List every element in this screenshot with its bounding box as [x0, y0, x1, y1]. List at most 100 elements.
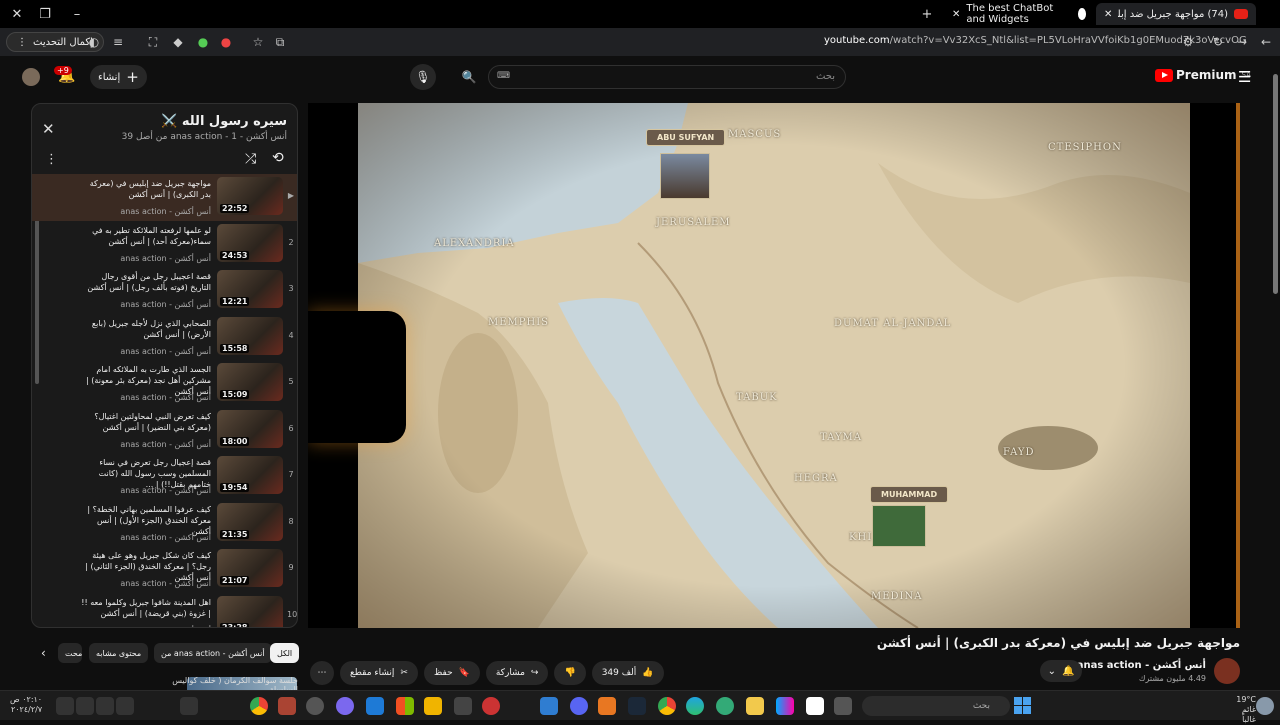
microsoft-store-icon[interactable]: [396, 697, 414, 715]
playlist-item[interactable]: 4 15:58 الصحابي الذي نزل لأجله جبريل (بابع…: [32, 314, 297, 361]
playlist-item-title[interactable]: الصحابي الذي نزل لأجله جبريل (بابع الأرض…: [81, 318, 211, 340]
taskbar-clock[interactable]: ٠٢:١٠ ص ٢٠٢٤/٢/٧: [10, 695, 42, 715]
page-scrollbar-thumb[interactable]: [1273, 74, 1278, 294]
windows-start-icon[interactable]: [1014, 697, 1031, 714]
window-close-icon[interactable]: ✕: [2, 0, 32, 28]
more-actions-button[interactable]: ⋯: [310, 661, 334, 685]
playlist-item-thumbnail[interactable]: 12:21: [217, 270, 283, 308]
app-icon[interactable]: [278, 697, 296, 715]
app-icon[interactable]: [716, 697, 734, 715]
playlist-item-title[interactable]: اهل المدينة شافوا جبريل وكلموا معه !! | …: [81, 597, 211, 619]
dislike-button[interactable]: 👎: [554, 661, 586, 685]
app-icon[interactable]: [306, 697, 324, 715]
app-icon[interactable]: [482, 697, 500, 715]
playlist-item[interactable]: 7 19:54 قصة إعجيال رجل تعرض في نساء المسلم…: [32, 453, 297, 500]
playlist-more-icon[interactable]: ⋮: [45, 152, 58, 167]
next-video-title[interactable]: جلسة سوالف الكرمان ( خلف كواليس السلسلة: [34, 676, 298, 690]
taskbar-search-input[interactable]: بحث: [862, 696, 1010, 716]
app-icon[interactable]: [366, 697, 384, 715]
playlist-item-title[interactable]: كيف تعرض النبي لمحاولتين اغتيال؟ (معركة …: [81, 411, 211, 433]
app-icon[interactable]: [336, 697, 354, 715]
discord-icon[interactable]: [570, 697, 588, 715]
playlist-item-thumbnail[interactable]: 19:54: [217, 456, 283, 494]
tab-close-icon[interactable]: ✕: [952, 9, 960, 20]
playlist-item-thumbnail[interactable]: 18:00: [217, 409, 283, 448]
tab-close-icon[interactable]: ✕: [1104, 9, 1112, 20]
screenshot-icon[interactable]: ⛶: [145, 34, 161, 50]
channel-name[interactable]: أنس أكشن - anas action ⊘: [1065, 660, 1206, 671]
playlist-item[interactable]: 2 24:53 لو علمها لرفعته الملائكة تطير به ف…: [32, 221, 297, 268]
share-button[interactable]: مشاركة ↪: [485, 661, 549, 685]
channel-avatar[interactable]: [1214, 658, 1240, 684]
playlist-item[interactable]: 10 23:28 اهل المدينة شافوا جبريل وكلموا مع…: [32, 593, 297, 627]
chrome-icon[interactable]: [250, 697, 268, 715]
red-extension-icon[interactable]: ●: [218, 34, 234, 50]
like-button[interactable]: 349 ألف 👍: [591, 661, 664, 685]
playlist-item-title[interactable]: مواجهة جبريل ضد إبليس في (معركة بدر الكب…: [81, 178, 211, 200]
video-player[interactable]: MASCUS JERUSALEM ALEXANDRIA MEMPHIS DUMA…: [308, 103, 1240, 628]
app-icon[interactable]: [806, 697, 824, 715]
playlist-item-thumbnail[interactable]: 15:09: [217, 363, 283, 401]
app-icon[interactable]: [454, 697, 472, 715]
tab-chatbot[interactable]: ✕ The best ChatBot and Widgets: [944, 3, 1094, 25]
video-overlay-card[interactable]: [308, 311, 406, 443]
search-input[interactable]: ⌨ بحث: [488, 65, 846, 89]
hamburger-menu-icon[interactable]: ☰: [1238, 68, 1256, 86]
green-extension-icon[interactable]: ●: [195, 34, 211, 50]
tray-language-icon[interactable]: [116, 697, 134, 715]
playlist-item[interactable]: 3 12:21 قصة اعجيبل رجل من أقوى رجال التاري…: [32, 267, 297, 314]
voice-search-mic-icon[interactable]: 🎙: [410, 64, 436, 90]
app-icon[interactable]: [540, 697, 558, 715]
task-view-icon[interactable]: [834, 697, 852, 715]
forward-icon[interactable]: →: [1234, 34, 1250, 50]
tray-volume-icon[interactable]: [76, 697, 94, 715]
subscribed-button[interactable]: ⌄ 🔔: [1040, 660, 1082, 682]
bookmark-star-icon[interactable]: ☆: [250, 34, 266, 50]
chip-truncated[interactable]: محت: [58, 643, 82, 663]
playlist-item-title[interactable]: لو علمها لرفعته الملائكة تطير به في سماء…: [81, 225, 211, 247]
playlist-item[interactable]: 9 21:07 كيف كان شكل جبريل وهو على هيئة رجل…: [32, 546, 297, 593]
chip-from-channel[interactable]: من anas action - أنس أكشن: [154, 643, 272, 663]
playlist-item-thumbnail[interactable]: 21:35: [217, 502, 283, 541]
site-settings-icon[interactable]: ⚙: [1180, 34, 1196, 50]
window-minimize-icon[interactable]: –: [62, 0, 92, 28]
chip-similar[interactable]: محتوى مشابه: [89, 643, 149, 663]
app-icon[interactable]: [776, 697, 794, 715]
clip-button[interactable]: إنشاء مقطع ✂: [340, 661, 418, 685]
playlist-item-thumbnail[interactable]: 22:52: [217, 177, 283, 215]
edge-icon[interactable]: [686, 697, 704, 715]
window-maximize-icon[interactable]: ❐: [30, 0, 60, 28]
file-explorer-icon[interactable]: [746, 697, 764, 715]
diamond-extension-icon[interactable]: ◆: [170, 34, 186, 50]
steam-icon[interactable]: [628, 697, 646, 715]
playlist-item[interactable]: 6 18:00 كيف تعرض النبي لمحاولتين اغتيال؟ (…: [32, 407, 297, 454]
extension-icon[interactable]: ◐: [86, 34, 102, 50]
tray-chevron-up-icon[interactable]: [180, 697, 198, 715]
page-scrollbar[interactable]: [1271, 60, 1280, 690]
playlist-item-title[interactable]: قصة اعجيبل رجل من أقوى رجال التاريخ (قوت…: [81, 271, 211, 293]
playlist-item[interactable]: 5 15:09 الجسد الذي طارت به الملائكه امام م…: [32, 360, 297, 407]
playlist-item[interactable]: ▶ 22:52 مواجهة جبريل ضد إبليس في (معركة بد…: [32, 174, 297, 221]
new-tab-icon[interactable]: +: [912, 0, 942, 28]
reading-list-icon[interactable]: ≡: [110, 34, 126, 50]
playlist-item-thumbnail[interactable]: 21:07: [217, 549, 283, 587]
chips-next-arrow-icon[interactable]: ‹: [34, 643, 53, 663]
chip-all[interactable]: الكل: [270, 643, 300, 663]
tray-battery-icon[interactable]: [96, 697, 114, 715]
playlist-item-thumbnail[interactable]: 23:28: [217, 595, 283, 627]
tab-youtube[interactable]: ✕ (74) مواجهة جبريل ضد إبليس: [1096, 3, 1256, 25]
playlist-item[interactable]: 8 21:35 كيف عرفوا المسلمين بهاني الخطة؟ | …: [32, 500, 297, 547]
reload-icon[interactable]: ↻: [1210, 34, 1226, 50]
loop-icon[interactable]: ⟲: [272, 150, 284, 166]
account-avatar[interactable]: [22, 68, 40, 86]
playlist-title[interactable]: سيره رسول الله ⚔️: [161, 114, 287, 129]
install-app-icon[interactable]: ⧉: [272, 34, 288, 50]
weather-widget[interactable]: 19°C غائم غالباً: [1228, 695, 1256, 725]
back-icon[interactable]: ←: [1258, 34, 1274, 50]
playlist-item-thumbnail[interactable]: 24:53: [217, 223, 283, 262]
search-icon[interactable]: 🔍: [454, 65, 484, 89]
chrome-icon[interactable]: [658, 697, 676, 715]
save-button[interactable]: حفظ 🔖: [423, 661, 480, 685]
keyboard-icon[interactable]: ⌨: [497, 71, 510, 81]
shuffle-icon[interactable]: ⤮: [245, 151, 256, 167]
